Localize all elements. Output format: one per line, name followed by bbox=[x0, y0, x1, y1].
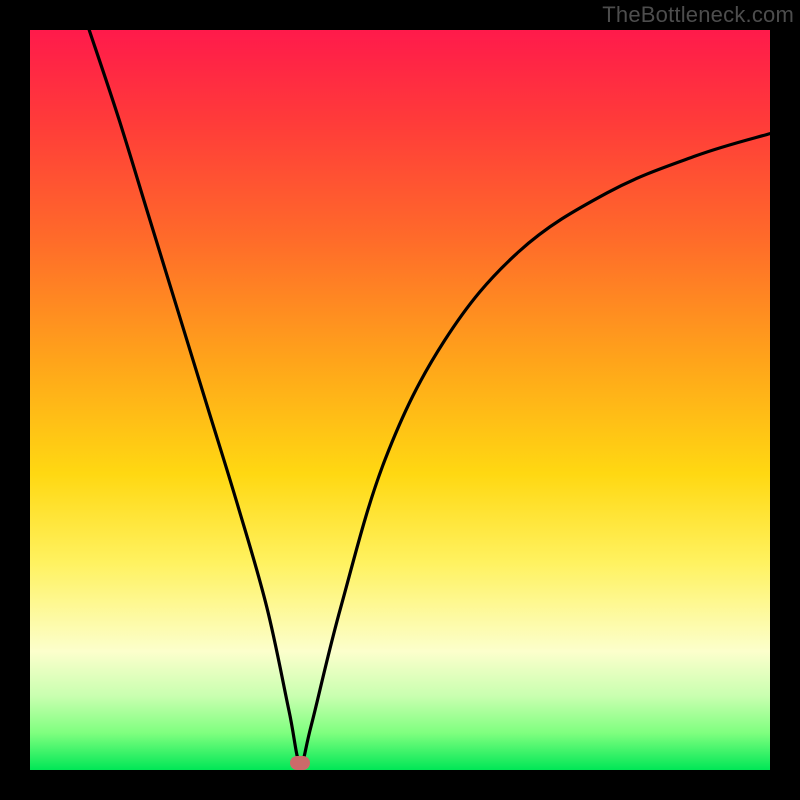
bottleneck-curve bbox=[30, 30, 770, 770]
chart-frame: TheBottleneck.com bbox=[0, 0, 800, 800]
watermark-text: TheBottleneck.com bbox=[602, 2, 794, 28]
optimal-marker bbox=[290, 756, 310, 770]
plot-area bbox=[30, 30, 770, 770]
